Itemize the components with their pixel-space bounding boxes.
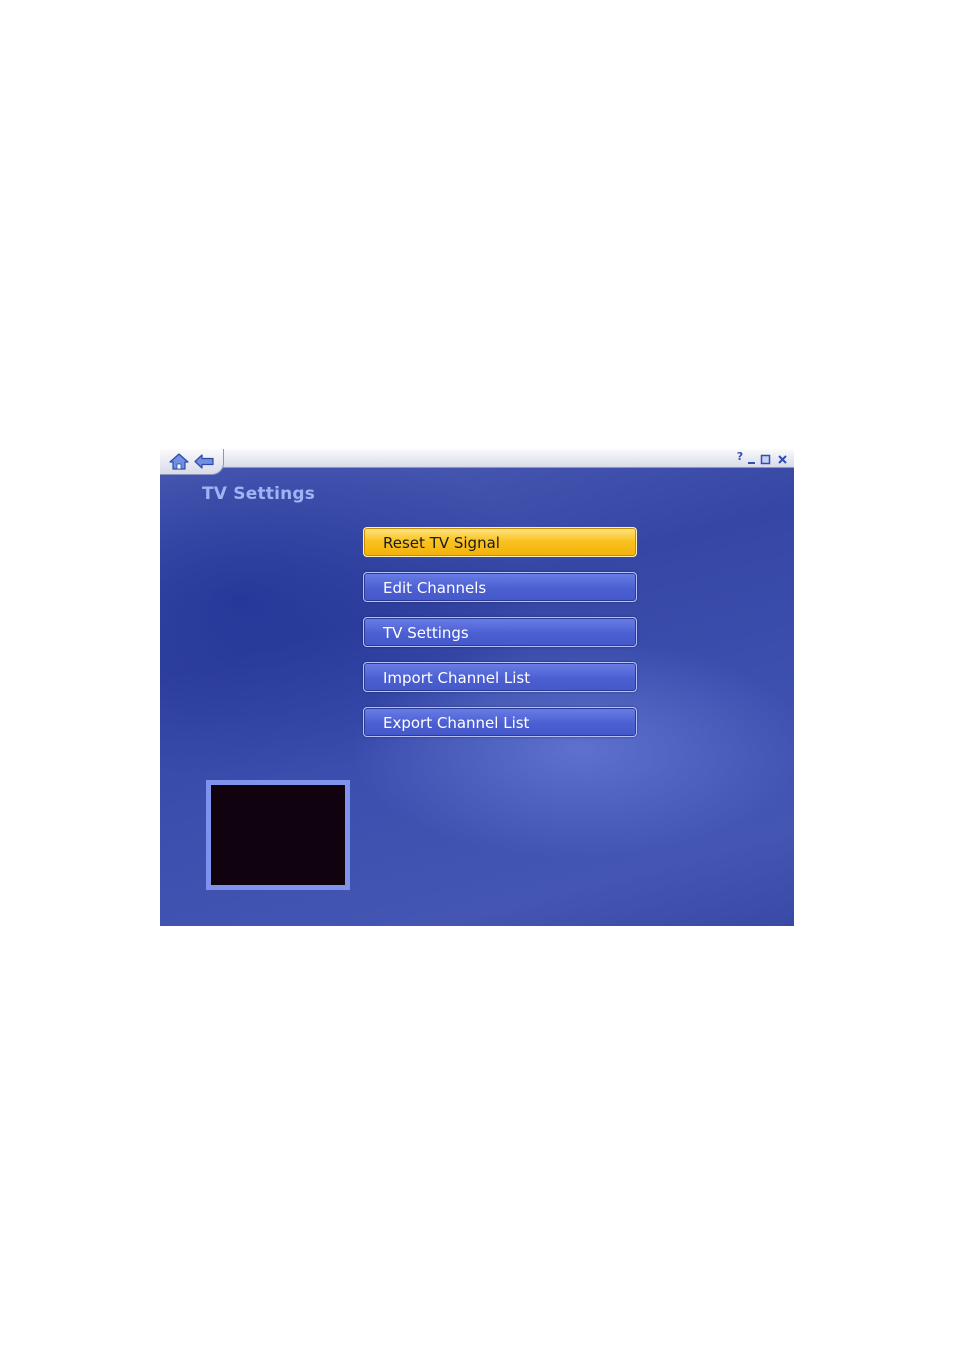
minimize-icon[interactable] xyxy=(746,451,758,464)
import-channel-list-button[interactable]: Import Channel List xyxy=(363,662,637,692)
back-arrow-icon[interactable] xyxy=(194,454,214,473)
edit-channels-button[interactable]: Edit Channels xyxy=(363,572,637,602)
tv-preview-frame xyxy=(206,780,350,890)
reset-tv-signal-button[interactable]: Reset TV Signal xyxy=(363,527,637,557)
tv-preview-screen[interactable] xyxy=(211,785,345,885)
maximize-icon[interactable] xyxy=(760,451,772,465)
help-icon[interactable]: ? xyxy=(734,451,746,463)
page-title: TV Settings xyxy=(202,484,316,504)
tv-app-window: ? TV Settings Reset TV Signal Edit Chann… xyxy=(160,449,794,926)
close-icon[interactable] xyxy=(777,451,789,464)
title-bar: ? xyxy=(160,449,794,475)
title-bar-strip xyxy=(210,449,794,468)
tv-settings-button[interactable]: TV Settings xyxy=(363,617,637,647)
home-icon[interactable] xyxy=(169,453,189,474)
export-channel-list-button[interactable]: Export Channel List xyxy=(363,707,637,737)
